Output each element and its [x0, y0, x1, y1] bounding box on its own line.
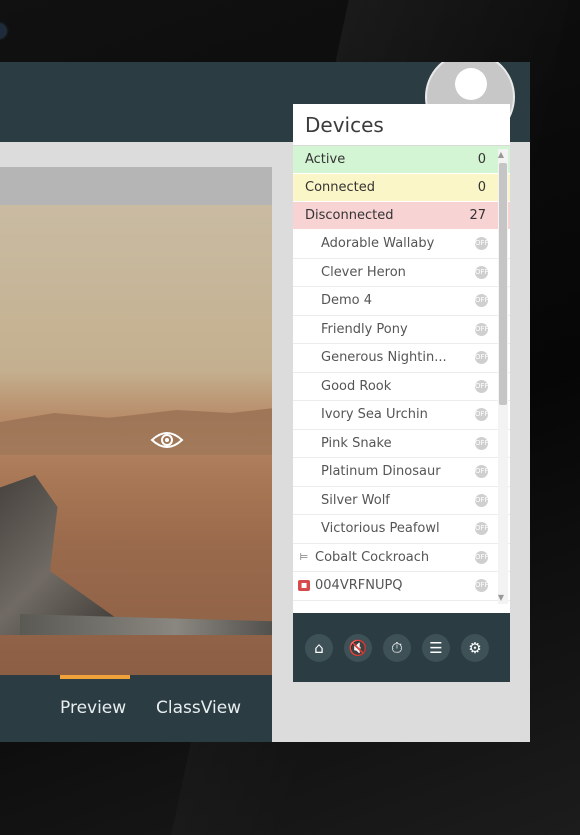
timer-icon[interactable]: ⏱ — [383, 634, 411, 662]
home-icon[interactable]: ⌂ — [305, 634, 333, 662]
device-item[interactable]: Victorious Peafowl OFF — [293, 515, 510, 544]
status-disconnected-count: 27 — [469, 208, 486, 223]
device-name: 004VRFNUPQ — [315, 578, 403, 593]
device-item[interactable]: Platinum Dinosaur OFF — [293, 458, 510, 487]
device-item[interactable]: Silver Wolf OFF — [293, 487, 510, 515]
offline-icon: OFF — [475, 351, 489, 364]
device-name: Good Rook — [321, 378, 392, 394]
preview-rover — [0, 475, 140, 635]
status-connected-count: 0 — [477, 180, 486, 195]
offline-icon: OFF — [475, 322, 489, 336]
eye-icon[interactable] — [150, 429, 184, 451]
device-item[interactable]: Good Rook OFF — [293, 373, 510, 401]
device-item[interactable]: ▪ 004VRFNUPQ OFF — [293, 572, 510, 601]
avatar-head — [455, 68, 487, 100]
device-name: Platinum Dinosaur — [321, 464, 441, 479]
device-item[interactable]: Pink Snake OFF — [293, 430, 510, 458]
devices-title: Devices — [293, 104, 510, 146]
device-name: Ivory Sea Urchin — [321, 407, 428, 422]
device-item[interactable]: Adorable Wallaby OFF — [293, 230, 510, 259]
red-device-icon: ▪ — [298, 580, 310, 591]
settings-icon[interactable]: ⚙ — [461, 634, 489, 662]
offline-icon: OFF — [475, 579, 489, 592]
device-name: Adorable Wallaby — [321, 236, 435, 251]
device-name: Friendly Pony — [321, 321, 408, 337]
filter-icon[interactable]: ☰ — [422, 634, 450, 662]
status-disconnected-row[interactable]: Disconnected 27 — [293, 202, 510, 230]
offline-icon: OFF — [475, 522, 489, 535]
tab-preview[interactable]: Preview — [60, 675, 136, 742]
status-connected-row[interactable]: Connected 0 — [293, 174, 510, 202]
device-item[interactable]: Clever Heron OFF — [293, 259, 510, 287]
tab-classview[interactable]: ClassView — [156, 675, 256, 742]
offline-icon: OFF — [475, 265, 489, 279]
offline-icon: OFF — [475, 465, 489, 478]
camera-icon — [0, 24, 6, 38]
devices-scrollbar[interactable]: ▲ ▼ — [498, 149, 508, 604]
device-name: Demo 4 — [321, 293, 373, 308]
preview-image — [0, 205, 272, 675]
status-active-row[interactable]: Active 0 — [293, 146, 510, 174]
device-name: Cobalt Cockroach — [315, 549, 430, 565]
device-item[interactable]: Generous Nightin... OFF — [293, 344, 510, 373]
devices-panel: Devices Active 0 Connected 0 Disconnecte… — [293, 104, 510, 682]
offline-icon: OFF — [475, 379, 489, 393]
device-item[interactable]: Demo 4 OFF — [293, 287, 510, 316]
preview-panel — [0, 167, 272, 675]
device-item[interactable]: Ivory Sea Urchin OFF — [293, 401, 510, 430]
device-item[interactable]: ⊨ Cobalt Cockroach OFF — [293, 544, 510, 572]
offline-icon: OFF — [475, 550, 489, 564]
devices-toolbar: ⌂ 🔇 ⏱ ☰ ⚙ — [293, 613, 510, 682]
scroll-down-icon[interactable]: ▼ — [497, 594, 505, 602]
device-name: Silver Wolf — [321, 492, 390, 508]
device-name: Victorious Peafowl — [321, 521, 440, 536]
offline-icon: OFF — [475, 493, 489, 507]
offline-icon: OFF — [475, 237, 489, 250]
status-active-label: Active — [305, 152, 346, 167]
preview-hills — [0, 408, 272, 455]
scroll-thumb[interactable] — [499, 163, 507, 405]
status-disconnected-label: Disconnected — [305, 208, 394, 223]
offline-icon: OFF — [475, 408, 489, 421]
device-name: Generous Nightin... — [321, 350, 447, 365]
view-tab-bar: Preview ClassView — [0, 675, 272, 742]
status-active-count: 0 — [477, 152, 486, 167]
bed-icon: ⊨ — [299, 551, 309, 563]
offline-icon: OFF — [475, 294, 489, 307]
device-item[interactable]: Friendly Pony OFF — [293, 316, 510, 344]
offline-icon: OFF — [475, 436, 489, 450]
devices-list: Active 0 Connected 0 Disconnected 27 Ado… — [293, 146, 510, 613]
preview-panel-header — [0, 167, 272, 205]
device-name: Clever Heron — [321, 264, 406, 280]
mute-icon[interactable]: 🔇 — [344, 634, 372, 662]
device-name: Pink Snake — [321, 435, 392, 451]
status-connected-label: Connected — [305, 180, 376, 195]
scroll-up-icon[interactable]: ▲ — [497, 151, 505, 159]
